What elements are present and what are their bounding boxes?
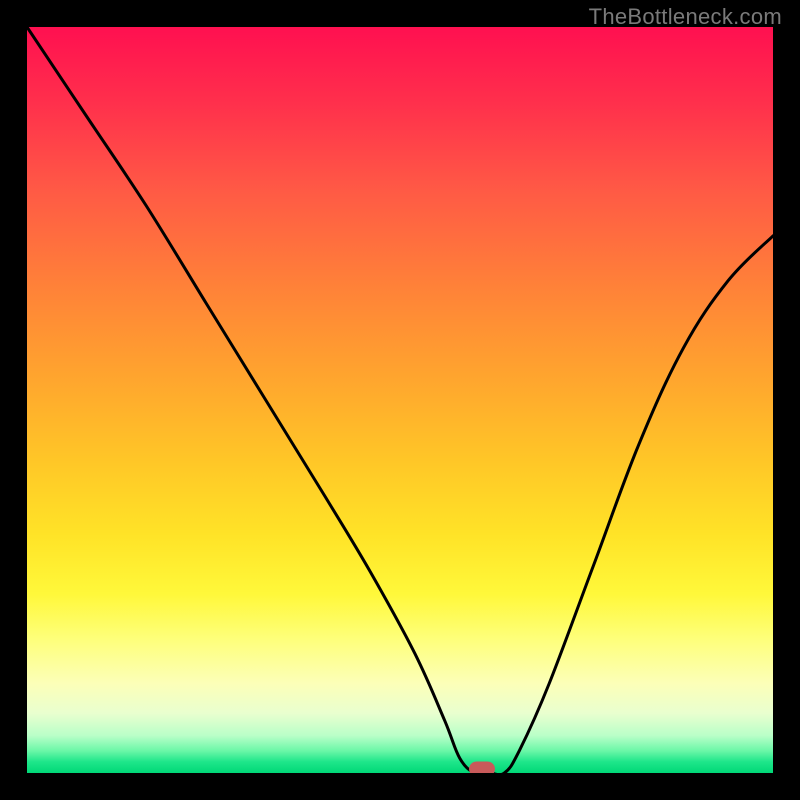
bottleneck-curve-path bbox=[27, 27, 773, 773]
plot-area bbox=[27, 27, 773, 773]
curve-svg bbox=[27, 27, 773, 773]
chart-container: TheBottleneck.com bbox=[0, 0, 800, 800]
watermark-text: TheBottleneck.com bbox=[589, 4, 782, 30]
optimal-point-marker bbox=[469, 762, 495, 774]
